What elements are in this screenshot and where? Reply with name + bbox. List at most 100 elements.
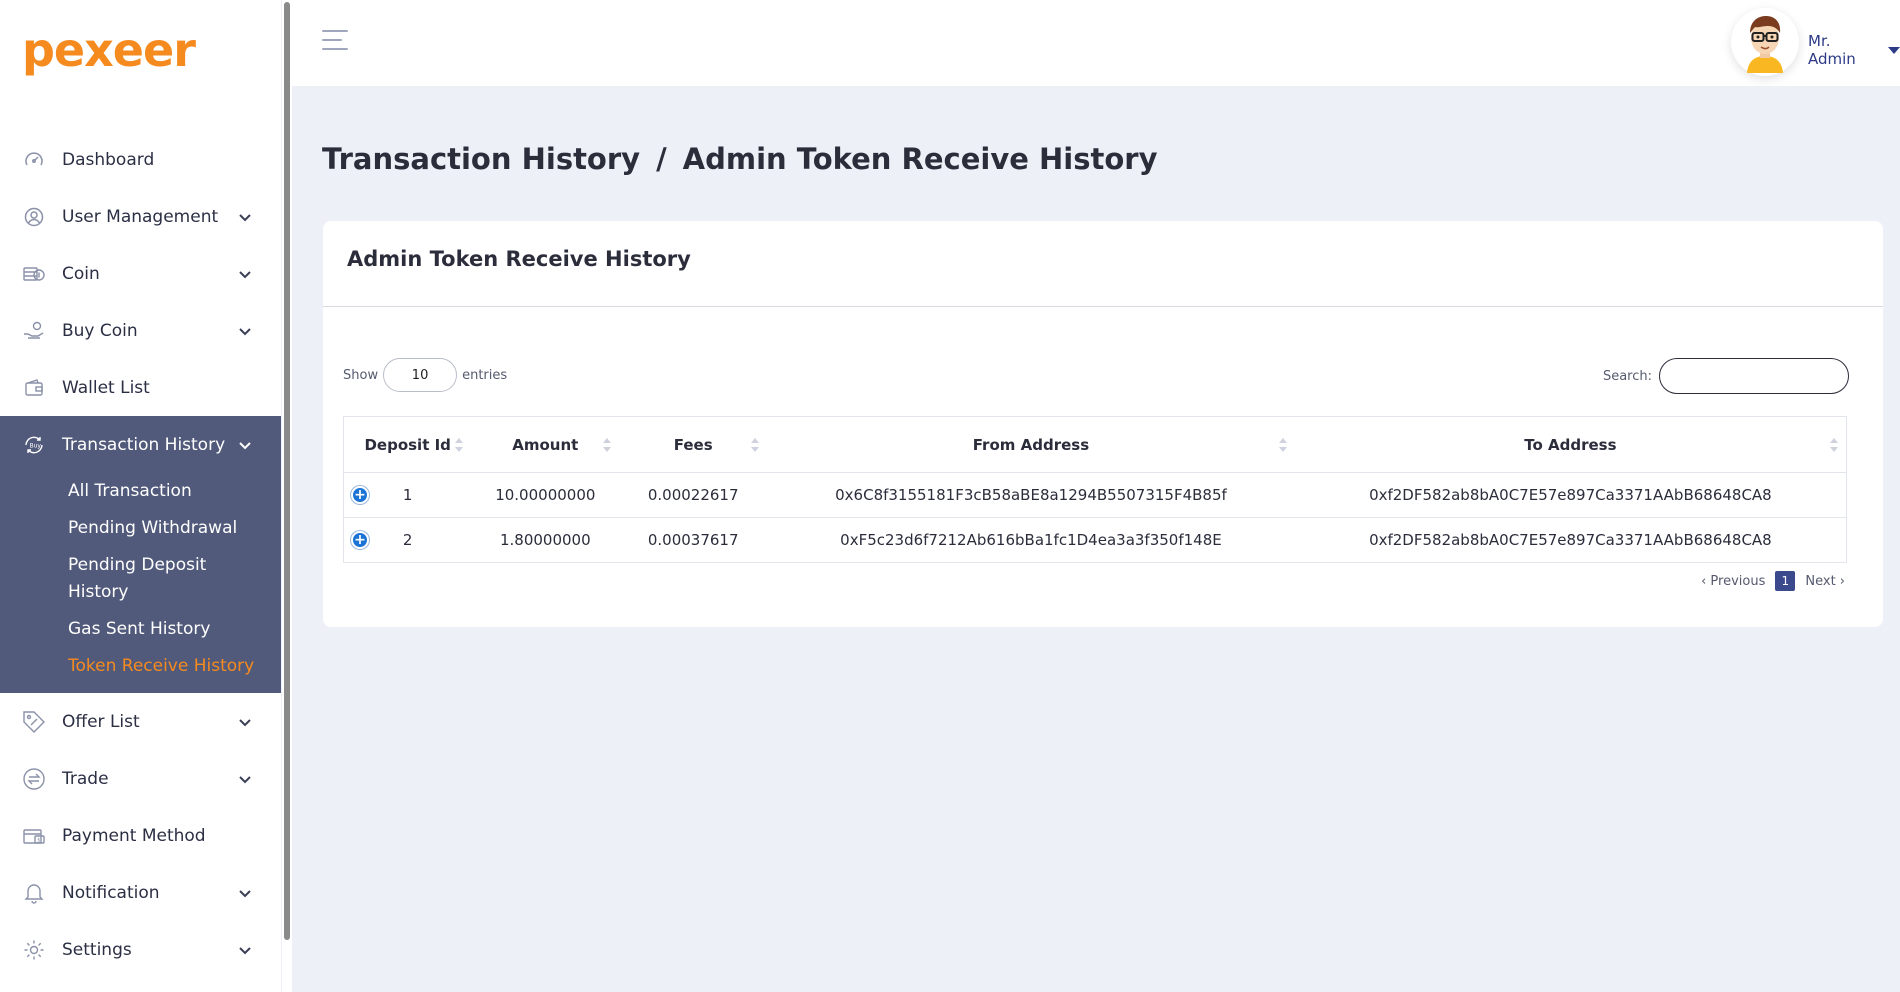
cell-deposit-id: + 2 [343, 517, 472, 563]
sidebar-item-payment-method[interactable]: $ Payment Method [0, 807, 281, 864]
hand-coin-icon [23, 320, 45, 342]
topbar: Mr. Admin [292, 0, 1900, 86]
content-card: Admin Token Receive History Show 10 entr… [323, 221, 1883, 627]
pagination-previous[interactable]: ‹ Previous [1701, 574, 1765, 589]
logo-text: pexeer [22, 23, 196, 77]
expand-row-icon[interactable]: + [351, 531, 369, 549]
sidebar-item-label: User Management [62, 206, 219, 227]
sidebar-item-settings[interactable]: Settings [0, 921, 281, 978]
sidebar-item-label: Buy Coin [62, 320, 138, 341]
chevron-down-icon [237, 323, 253, 339]
avatar[interactable] [1731, 8, 1799, 76]
show-label: Show [343, 367, 379, 383]
cell-to-address: 0xf2DF582ab8bA0C7E57e897Ca3371AAbB68648C… [1294, 472, 1847, 518]
payment-card-icon: $ [23, 825, 45, 847]
breadcrumb: Transaction History / Admin Token Receiv… [322, 142, 1157, 176]
table-row: + 1 10.00000000 0.00022617 0x6C8f3155181… [343, 472, 1847, 518]
user-menu-toggle[interactable]: Mr. Admin [1808, 32, 1900, 68]
cell-fees: 0.00037617 [619, 517, 768, 563]
column-header-deposit-id[interactable]: Deposit Id [343, 416, 472, 473]
token-receive-table: Deposit Id Amount Fees From Address To A… [343, 416, 1847, 563]
sidebar-item-transaction-history[interactable]: Buy Transaction History [0, 416, 281, 473]
table-header-row: Deposit Id Amount Fees From Address To A… [343, 416, 1847, 473]
sidebar-menu: Dashboard User Management Coin Buy Coin [0, 131, 281, 978]
sort-icon [455, 437, 464, 452]
submenu-item-all-transaction[interactable]: All Transaction [0, 473, 281, 510]
cell-from-address: 0x6C8f3155181F3cB58aBE8a1294B5507315F4B8… [767, 472, 1295, 518]
wallet-icon [23, 377, 45, 399]
chevron-down-icon [237, 942, 253, 958]
submenu-item-pending-withdrawal[interactable]: Pending Withdrawal [0, 510, 281, 547]
sort-icon [1278, 437, 1287, 452]
cell-amount: 10.00000000 [471, 472, 620, 518]
sort-icon [1830, 437, 1838, 452]
cell-amount: 1.80000000 [471, 517, 620, 563]
hamburger-menu-icon[interactable] [322, 30, 348, 54]
sidebar-item-notification[interactable]: Notification [0, 864, 281, 921]
column-header-to-address[interactable]: To Address [1294, 416, 1847, 473]
column-header-amount[interactable]: Amount [471, 416, 620, 473]
offer-tag-icon [23, 710, 45, 733]
cell-deposit-id: + 1 [343, 472, 472, 518]
chevron-down-icon [237, 437, 253, 453]
pagination: ‹ Previous 1 Next › [1701, 571, 1845, 591]
table-search: Search: [1603, 358, 1849, 394]
chevron-down-icon [237, 885, 253, 901]
sidebar-item-wallet-list[interactable]: Wallet List [0, 359, 281, 416]
chevron-down-icon [237, 209, 253, 225]
submenu-item-gas-sent-history[interactable]: Gas Sent History [0, 611, 281, 648]
user-name-label: Mr. Admin [1808, 32, 1856, 68]
submenu-item-pending-deposit-history[interactable]: Pending Deposit History [0, 547, 230, 611]
column-header-from-address[interactable]: From Address [767, 416, 1295, 473]
sort-icon [751, 437, 760, 452]
sidebar-item-label: Wallet List [62, 377, 150, 398]
sidebar-item-label: Transaction History [62, 434, 226, 455]
transaction-history-submenu: All Transaction Pending Withdrawal Pendi… [0, 473, 281, 693]
gauge-icon [23, 149, 45, 171]
sidebar-item-buy-coin[interactable]: Buy Coin [0, 302, 281, 359]
search-label: Search: [1602, 368, 1652, 384]
svg-text:Buy: Buy [30, 442, 42, 449]
expand-row-icon[interactable]: + [351, 486, 369, 504]
card-divider [323, 306, 1883, 307]
sidebar: pexeer Dashboard User Management Coin Bu… [0, 0, 281, 992]
sidebar-item-user-management[interactable]: User Management [0, 188, 281, 245]
sort-icon [603, 437, 612, 452]
pagination-next[interactable]: Next › [1805, 574, 1845, 589]
column-header-fees[interactable]: Fees [619, 416, 768, 473]
user-circle-icon [23, 206, 45, 228]
entries-length-control: Show 10 entries [343, 358, 507, 392]
sidebar-item-offer-list[interactable]: Offer List [0, 693, 281, 750]
entries-select-value: 10 [411, 367, 429, 383]
chevron-down-icon [237, 266, 253, 282]
cell-fees: 0.00022617 [619, 472, 768, 518]
breadcrumb-current: Admin Token Receive History [682, 142, 1158, 176]
sidebar-item-label: Payment Method [62, 825, 206, 846]
sidebar-item-label: Notification [62, 882, 160, 903]
card-title: Admin Token Receive History [347, 247, 691, 271]
brand-logo[interactable]: pexeer [22, 18, 196, 82]
sidebar-item-label: Offer List [62, 711, 140, 732]
svg-text:$: $ [37, 837, 40, 843]
chevron-down-icon [237, 771, 253, 787]
trade-arrows-icon [23, 767, 45, 790]
coin-stack-icon [23, 263, 45, 285]
gear-icon [23, 939, 45, 961]
entries-label: entries [462, 367, 508, 383]
sidebar-item-label: Coin [62, 263, 100, 284]
pagination-page-current[interactable]: 1 [1775, 571, 1796, 591]
chevron-down-icon [237, 714, 253, 730]
sidebar-item-label: Dashboard [62, 149, 155, 170]
sidebar-item-dashboard[interactable]: Dashboard [0, 131, 281, 188]
submenu-item-token-receive-history[interactable]: Token Receive History [0, 648, 281, 685]
sidebar-item-label: Trade [62, 768, 109, 789]
sidebar-item-trade[interactable]: Trade [0, 750, 281, 807]
search-input[interactable] [1659, 358, 1849, 394]
entries-select[interactable]: 10 [383, 358, 458, 392]
sidebar-scrollbar-thumb[interactable] [284, 2, 290, 940]
caret-down-icon [1888, 46, 1900, 54]
table-row: + 2 1.80000000 0.00037617 0xF5c23d6f7212… [343, 517, 1847, 563]
breadcrumb-parent[interactable]: Transaction History [322, 142, 640, 176]
sidebar-item-label: Settings [62, 939, 132, 960]
sidebar-item-coin[interactable]: Coin [0, 245, 281, 302]
